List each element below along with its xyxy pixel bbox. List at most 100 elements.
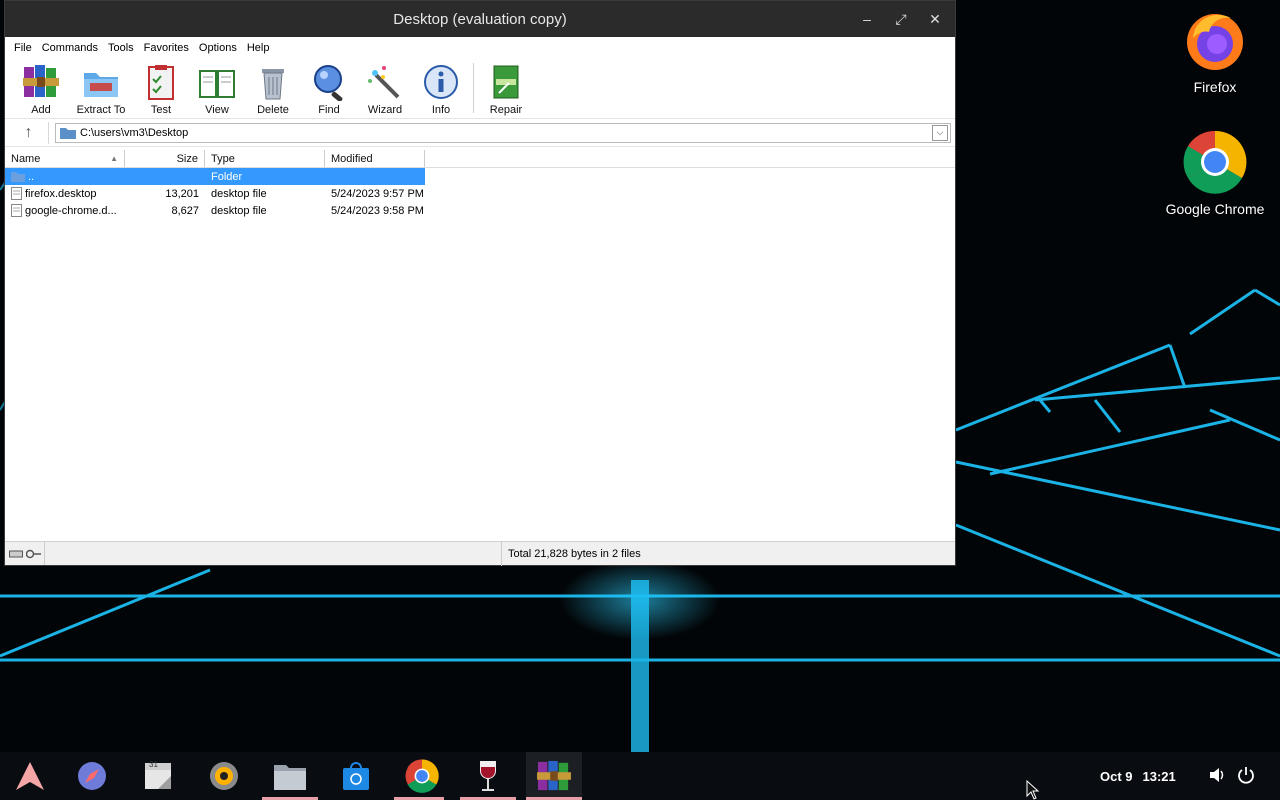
wine-button[interactable] [468, 756, 508, 796]
info-icon [424, 65, 458, 99]
table-row[interactable]: google-chrome.d... 8,627 desktop file 5/… [5, 202, 955, 219]
info-button[interactable]: Info [413, 59, 469, 117]
minimize-button[interactable]: – [855, 7, 879, 31]
calendar-icon [145, 763, 171, 789]
chrome-icon [1183, 130, 1247, 194]
clipboard-check-icon [148, 65, 174, 100]
file-name: firefox.desktop [25, 187, 97, 200]
delete-label: Delete [257, 104, 289, 116]
close-button[interactable]: ✕ [923, 7, 947, 31]
menu-commands[interactable]: Commands [37, 42, 103, 54]
taskbar: 31 [0, 752, 1280, 800]
chrome-icon [405, 759, 439, 793]
compass-browser-button[interactable] [72, 756, 112, 796]
view-button[interactable]: View [189, 59, 245, 117]
info-label: Info [431, 104, 451, 116]
status-icons [5, 542, 45, 565]
title-bar[interactable]: Desktop (evaluation copy) – ⤢ ✕ [5, 1, 955, 37]
menu-bar: File Commands Tools Favorites Options He… [5, 37, 955, 59]
column-name-header[interactable]: Name ▲ [5, 150, 125, 167]
speaker-app-button[interactable] [204, 756, 244, 796]
column-modified-header[interactable]: Modified [325, 150, 425, 167]
winrar-taskbar-button[interactable] [526, 752, 582, 800]
extract-to-label: Extract To [76, 104, 126, 116]
file-name: .. [28, 170, 35, 183]
view-label: View [205, 104, 229, 116]
file-list: Name ▲ Size Type Modified .. Folder fire… [5, 150, 955, 541]
file-size: 8,627 [171, 204, 199, 217]
calendar-day: 31 [149, 760, 158, 769]
menu-options[interactable]: Options [194, 42, 242, 54]
store-icon [343, 762, 369, 790]
winrar-icon [537, 760, 571, 791]
calendar-button[interactable]: 31 [138, 756, 178, 796]
toolbar: Add Extract To Test View Delete Find Wiz… [5, 59, 955, 119]
key-icon[interactable] [26, 549, 42, 559]
file-name-cell: firefox.desktop [5, 187, 125, 200]
arch-launcher-icon [16, 762, 44, 790]
drive-icon[interactable] [9, 550, 23, 558]
toolbar-separator [473, 63, 474, 113]
files-icon [274, 765, 306, 790]
table-row[interactable]: .. Folder [5, 168, 425, 185]
delete-button[interactable]: Delete [245, 59, 301, 117]
open-book-icon [199, 70, 235, 98]
magnifier-icon [314, 65, 343, 101]
menu-tools[interactable]: Tools [103, 42, 139, 54]
desktop-icon-label: Google Chrome [1165, 201, 1265, 217]
file-name-cell: .. [5, 171, 125, 183]
clock-date: Oct 9 [1100, 768, 1133, 784]
folder-extract-icon [84, 73, 118, 97]
taskbar-clock[interactable]: Oct 9 13:21 [1100, 752, 1176, 800]
files-button[interactable] [270, 756, 310, 796]
table-row[interactable]: firefox.desktop 13,201 desktop file 5/24… [5, 185, 955, 202]
volume-icon[interactable] [1208, 766, 1226, 784]
menu-favorites[interactable]: Favorites [139, 42, 194, 54]
address-field[interactable]: C:\users\vm3\Desktop ⌵ [55, 122, 951, 143]
repair-label: Repair [489, 104, 523, 116]
file-type: desktop file [211, 204, 267, 217]
column-type-header[interactable]: Type [205, 150, 325, 167]
repair-box-icon [493, 65, 519, 99]
repair-button[interactable]: Repair [478, 59, 534, 117]
find-label: Find [318, 104, 340, 116]
file-modified: 5/24/2023 9:57 PM [331, 187, 424, 200]
window-title: Desktop (evaluation copy) [393, 10, 567, 28]
status-bar: Total 21,828 bytes in 2 files [5, 541, 955, 566]
magic-wand-icon [368, 66, 400, 99]
wizard-button[interactable]: Wizard [357, 59, 413, 117]
address-path: C:\users\vm3\Desktop [80, 126, 189, 139]
arch-launcher-button[interactable] [10, 756, 50, 796]
desktop-icon-firefox[interactable]: Firefox [1160, 8, 1270, 95]
menu-help[interactable]: Help [242, 42, 275, 54]
file-size: 13,201 [165, 187, 199, 200]
file-type: Folder [211, 170, 243, 183]
sort-ascending-icon: ▲ [110, 154, 118, 163]
folder-icon [60, 128, 76, 139]
store-button[interactable] [336, 756, 376, 796]
power-icon[interactable] [1237, 766, 1255, 784]
wizard-label: Wizard [367, 104, 403, 116]
add-button[interactable]: Add [13, 59, 69, 117]
chevron-down-icon[interactable]: ⌵ [932, 124, 948, 141]
test-label: Test [150, 104, 172, 116]
arrow-up-icon: ↑ [24, 123, 33, 141]
up-one-level-button[interactable]: ↑ [9, 121, 49, 144]
column-size-header[interactable]: Size [125, 150, 205, 167]
find-button[interactable]: Find [301, 59, 357, 117]
compass-browser-icon [78, 762, 106, 790]
document-icon [11, 204, 22, 217]
folder-icon [11, 172, 25, 182]
file-type: desktop file [211, 187, 267, 200]
desktop-icon-google-chrome[interactable]: Google Chrome [1160, 130, 1270, 217]
chrome-taskbar-button[interactable] [402, 756, 442, 796]
maximize-button[interactable]: ⤢ [889, 7, 913, 31]
file-list-header: Name ▲ Size Type Modified [5, 150, 955, 168]
extract-to-button[interactable]: Extract To [69, 59, 133, 117]
window-controls: – ⤢ ✕ [855, 1, 947, 37]
column-modified-label: Modified [331, 152, 373, 165]
menu-file[interactable]: File [9, 42, 37, 54]
test-button[interactable]: Test [133, 59, 189, 117]
column-size-label: Size [176, 152, 198, 165]
wine-icon [480, 761, 496, 791]
